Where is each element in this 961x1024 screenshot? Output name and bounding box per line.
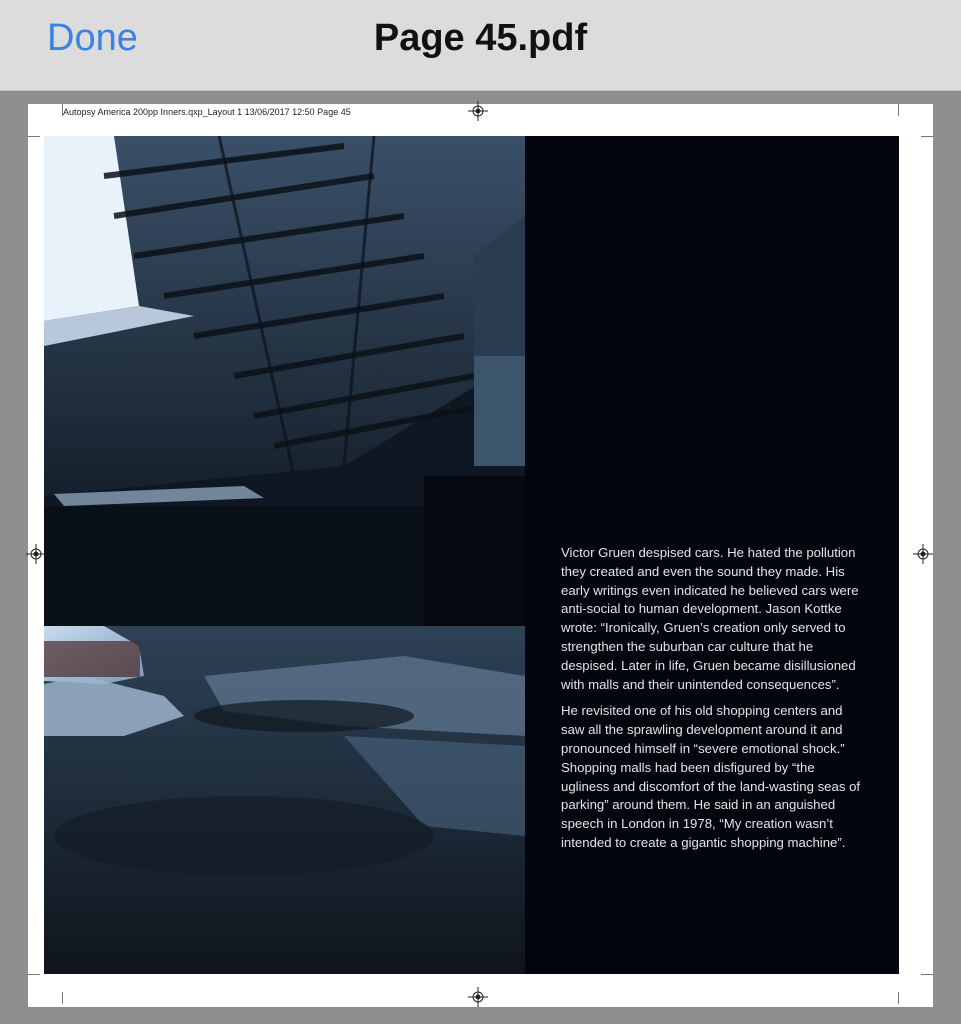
crop-mark xyxy=(28,974,40,975)
navigation-bar: Done Page 45.pdf xyxy=(0,0,961,91)
crop-mark xyxy=(28,136,40,137)
registration-mark-icon xyxy=(26,544,46,564)
article-text-panel: Victor Gruen despised cars. He hated the… xyxy=(525,136,899,974)
crop-mark xyxy=(898,992,899,1004)
paragraph: He revisited one of his old shopping cen… xyxy=(561,703,861,850)
crop-mark xyxy=(921,136,933,137)
pdf-viewer[interactable]: Autopsy America 200pp Inners.qxp_Layout … xyxy=(0,91,961,1024)
crop-mark xyxy=(62,104,63,116)
registration-mark-icon xyxy=(913,544,933,564)
registration-mark-icon xyxy=(468,101,488,121)
registration-mark-icon xyxy=(468,987,488,1007)
crop-mark xyxy=(921,974,933,975)
crop-mark xyxy=(62,992,63,1004)
abandoned-mall-photo xyxy=(44,136,525,974)
slug-line: Autopsy America 200pp Inners.qxp_Layout … xyxy=(63,107,351,117)
document-title: Page 45.pdf xyxy=(373,17,588,59)
crop-mark xyxy=(898,104,899,116)
article-body: Victor Gruen despised cars. He hated the… xyxy=(561,544,861,861)
paragraph: Victor Gruen despised cars. He hated the… xyxy=(561,545,859,692)
pdf-page: Autopsy America 200pp Inners.qxp_Layout … xyxy=(26,101,933,1007)
